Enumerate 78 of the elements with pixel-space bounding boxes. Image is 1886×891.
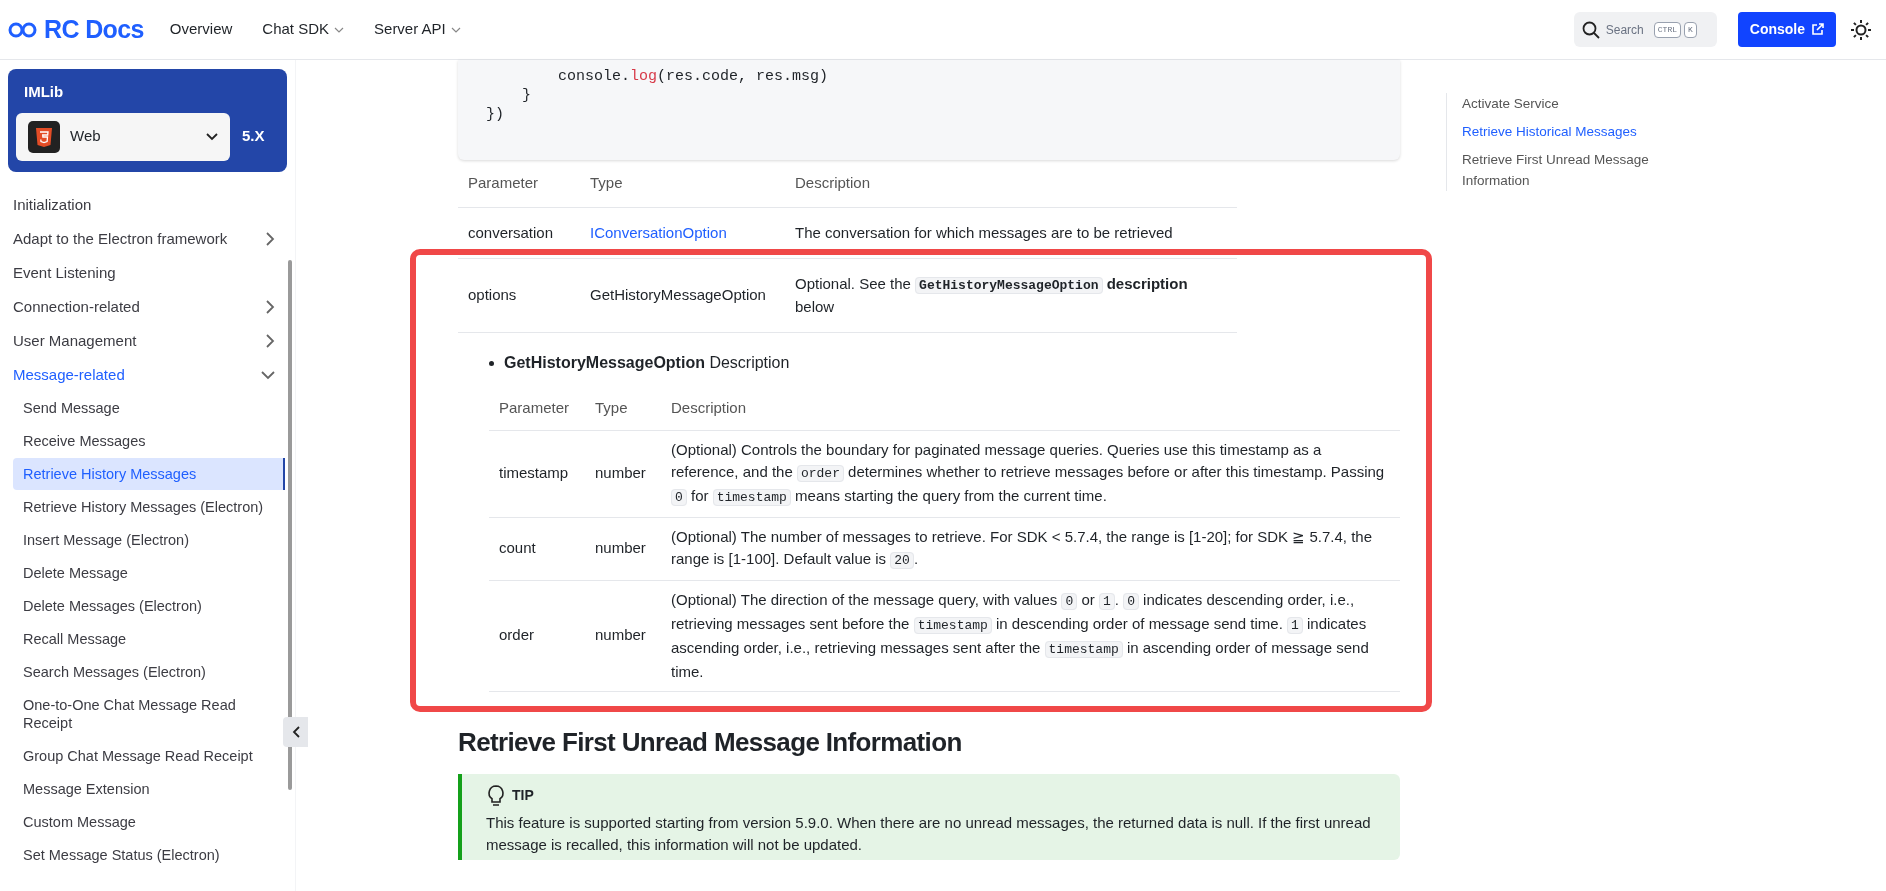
sidebar-subitem[interactable]: Group Chat Message Read Receipt	[13, 740, 285, 772]
sidebar-subitem[interactable]: Custom Message	[13, 806, 285, 838]
table-cell: count	[489, 517, 585, 580]
sidebar-item[interactable]: Connection-related	[0, 290, 283, 324]
table-cell: options	[458, 259, 580, 333]
html5-logo-icon	[28, 120, 60, 153]
sidebar-subitem[interactable]: Delete Message	[13, 557, 285, 589]
sidebar-subitem[interactable]: Search Messages (Electron)	[13, 656, 285, 688]
toc-link[interactable]: Retrieve Historical Messages	[1462, 121, 1676, 142]
table-cell: order	[489, 580, 585, 691]
toc-link[interactable]: Activate Service	[1462, 93, 1676, 114]
bullet-text: GetHistoryMessageOption Description	[504, 353, 790, 373]
logo-text[interactable]: RC Docs	[44, 10, 144, 49]
version-label: 5.X	[242, 126, 265, 147]
column-header: Parameter	[458, 160, 580, 207]
table-cell: (Optional) Controls the boundary for paginated message queries. Queries use this timestamp as a reference, and the order determines whether to retrieve messages before or after this timestamp. Passing 0 for timestamp means starting the query from the current time.	[661, 430, 1400, 517]
table-cell: The conversation for which messages are to be retrieved	[785, 207, 1237, 259]
tip-label: TIP	[512, 786, 534, 805]
nav-link[interactable]: Overview	[169, 18, 233, 41]
sidebar-item[interactable]: User Management	[0, 324, 283, 358]
external-link-icon	[1811, 23, 1824, 36]
chevron-left-icon	[291, 726, 300, 738]
chevron-right-icon	[266, 232, 275, 246]
sidebar-subitem[interactable]: Set Message Status (Electron)	[13, 839, 285, 871]
sidebar-item[interactable]: Adapt to the Electron framework	[0, 222, 283, 256]
tip-text: This feature is supported starting from version 5.9.0. When there are no unread messages, the returned data is null. If the first unread message is recalled, this information will not be updated.	[486, 812, 1372, 855]
chevron-right-icon	[266, 300, 275, 314]
table-cell: number	[585, 580, 661, 691]
table-cell: number	[585, 517, 661, 580]
chevron-right-icon	[266, 334, 275, 348]
lightbulb-icon	[486, 783, 506, 808]
platform-select[interactable]: Web	[16, 112, 230, 161]
theme-toggle-icon[interactable]	[1850, 18, 1872, 41]
sidebar-subitem[interactable]: Retrieve History Messages	[13, 458, 285, 490]
sidebar-item[interactable]: Message-related	[0, 358, 283, 392]
code-block: console.log(res.code, res.msg) } })	[458, 60, 1400, 160]
sidebar-subitem[interactable]: One-to-One Chat Message Read Receipt	[13, 689, 285, 739]
sidebar-subitem[interactable]: Recall Message	[13, 623, 285, 655]
column-header: Parameter	[489, 387, 585, 430]
chevron-down-icon	[206, 132, 218, 141]
column-header: Type	[585, 387, 661, 430]
search-field[interactable]: Search CTRL K	[1573, 12, 1717, 47]
nav-link[interactable]: Server API	[374, 18, 461, 41]
table-cell: GetHistoryMessageOption	[580, 259, 785, 333]
sidebar-subitem[interactable]: Receive Messages	[13, 425, 285, 457]
table-cell: (Optional) The number of messages to retrieve. For SDK < 5.7.4, the range is [1-20]; for SDK ≧ 5.7.4, the range is [1-100]. Default value is 20 .	[661, 517, 1400, 580]
sidebar-item[interactable]: Initialization	[0, 188, 283, 222]
scrollbar[interactable]	[288, 260, 292, 790]
table-cell: (Optional) The direction of the message query, with values 0 or 1 . 0 indicates descending order, i.e., retrieving messages sent before the timestamp in descending order of message send time. 1 indicates ascending order, i.e., retrieving messages sent after the timestamp in ascending order of message send time.	[661, 580, 1400, 691]
search-icon	[1581, 20, 1600, 39]
sidebar-subitem[interactable]: Message Extension	[13, 773, 285, 805]
sidebar-subitem[interactable]: Retrieve History Messages (Electron)	[13, 491, 285, 523]
chevron-down-icon	[261, 370, 275, 380]
nav-link[interactable]: Chat SDK	[262, 18, 345, 41]
sidebar-subitem[interactable]: Send Message	[13, 392, 285, 424]
table-cell: Optional. See the GetHistoryMessageOption description below	[785, 259, 1237, 333]
column-header: Description	[785, 160, 1237, 207]
keyboard-key: CTRL	[1653, 21, 1681, 38]
platform-label: Web	[70, 126, 102, 147]
toc-link[interactable]: Retrieve First Unread Message Information	[1462, 149, 1676, 191]
console-button[interactable]: Console	[1737, 12, 1836, 47]
table-cell: number	[585, 430, 661, 517]
type-link[interactable]: IConversationOption	[590, 223, 727, 241]
table-cell: conversation	[458, 207, 580, 259]
chevron-down-icon	[334, 26, 345, 33]
sidebar-subitem[interactable]: Insert Message (Electron)	[13, 524, 285, 556]
chevron-down-icon	[450, 26, 461, 33]
sidebar-item[interactable]: Event Listening	[0, 256, 283, 290]
column-header: Type	[580, 160, 785, 207]
column-header: Description	[661, 387, 1400, 430]
collapse-sidebar-button[interactable]	[283, 717, 308, 747]
bullet-icon	[489, 360, 494, 366]
section-heading: Retrieve First Unread Message Information	[458, 725, 963, 758]
search-placeholder: Search	[1605, 21, 1644, 39]
sidebar-subitem[interactable]: Delete Messages (Electron)	[13, 590, 285, 622]
product-title: IMLib	[24, 82, 65, 102]
table-cell: timestamp	[489, 430, 585, 517]
keyboard-key: K	[1684, 21, 1697, 38]
